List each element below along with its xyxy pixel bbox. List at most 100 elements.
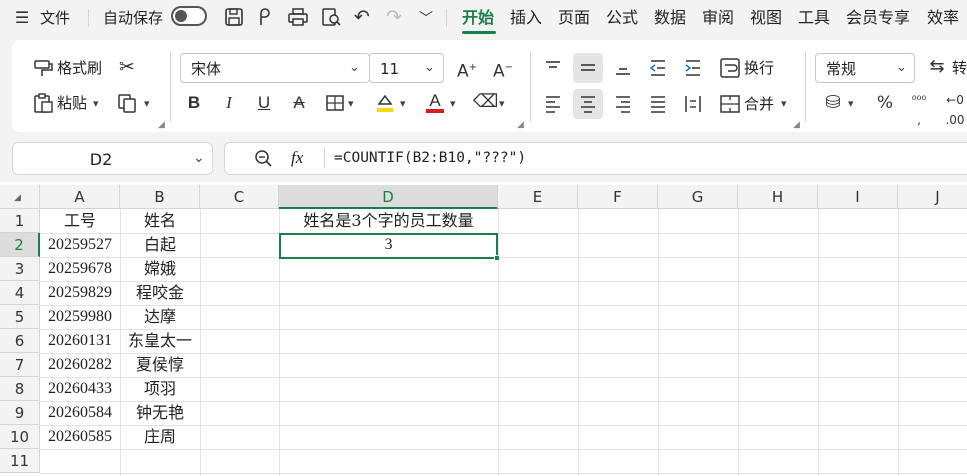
decrease-indent-icon[interactable] xyxy=(648,58,668,78)
thousands-separator-icon[interactable]: ⁰⁰⁰, xyxy=(906,90,932,130)
column-header-g[interactable]: G xyxy=(658,185,738,209)
cell-a5[interactable]: 20259980 xyxy=(40,305,120,329)
redo-icon[interactable]: ↷ xyxy=(384,7,404,27)
tab-insert[interactable]: 插入 xyxy=(510,7,542,29)
tab-tools[interactable]: 工具 xyxy=(798,7,830,29)
increase-decimal-icon[interactable]: ←0.00 xyxy=(942,90,967,130)
print-icon[interactable] xyxy=(287,7,309,27)
cell-a2[interactable]: 20259527 xyxy=(40,233,120,257)
number-format-dropdown[interactable]: 常规 ⌄ xyxy=(815,53,915,83)
row-header-4[interactable]: 4 xyxy=(0,281,40,305)
tab-data[interactable]: 数据 xyxy=(654,7,686,29)
percent-icon[interactable]: % xyxy=(874,93,896,113)
align-left-icon[interactable] xyxy=(543,94,563,114)
align-middle-icon[interactable] xyxy=(578,58,598,78)
cut-icon[interactable]: ✂ xyxy=(116,57,138,77)
merge-button[interactable]: 合并 xyxy=(744,94,774,114)
column-header-f[interactable]: F xyxy=(578,185,658,209)
cell-a7[interactable]: 20260282 xyxy=(40,353,120,377)
font-group-launcher-icon[interactable]: ◢ xyxy=(517,120,524,130)
align-top-icon[interactable] xyxy=(543,58,563,78)
select-all-corner[interactable]: ◢ xyxy=(0,185,40,209)
cell-d1[interactable]: 姓名是3个字的员工数量 xyxy=(279,209,498,233)
cell-a8[interactable]: 20260433 xyxy=(40,377,120,401)
cell-b10[interactable]: 庄周 xyxy=(120,425,200,449)
fill-color-dropdown-icon[interactable]: ▾ xyxy=(400,97,406,110)
decrease-font-size-icon[interactable]: A− xyxy=(492,58,514,82)
cell-b7[interactable]: 夏侯惇 xyxy=(120,353,200,377)
column-header-j[interactable]: J xyxy=(898,185,967,209)
bold-icon[interactable]: B xyxy=(184,93,204,113)
cell-a6[interactable]: 20260131 xyxy=(40,329,120,353)
wrap-text-icon[interactable] xyxy=(719,57,741,79)
merge-dropdown-icon[interactable]: ▾ xyxy=(781,97,787,110)
row-header-6[interactable]: 6 xyxy=(0,329,40,353)
increase-indent-icon[interactable] xyxy=(683,58,703,78)
distributed-align-icon[interactable] xyxy=(683,94,703,114)
name-box[interactable]: D2 ⌄ xyxy=(12,142,213,175)
column-header-c[interactable]: C xyxy=(200,185,279,209)
tab-review[interactable]: 审阅 xyxy=(702,7,734,29)
cell-b5[interactable]: 达摩 xyxy=(120,305,200,329)
column-header-a[interactable]: A xyxy=(40,185,120,209)
row-header-1[interactable]: 1 xyxy=(0,209,40,233)
fill-color-icon[interactable] xyxy=(374,92,396,114)
convert-button[interactable]: 转 xyxy=(952,58,967,78)
undo-icon[interactable]: ↶ xyxy=(352,7,372,27)
chevron-down-icon[interactable]: ⌄ xyxy=(193,150,205,166)
hamburger-menu-icon[interactable]: ☰ xyxy=(14,8,30,28)
cell-b4[interactable]: 程咬金 xyxy=(120,281,200,305)
tab-home[interactable]: 开始 xyxy=(462,7,494,29)
tab-formulas[interactable]: 公式 xyxy=(606,7,638,29)
cell-a4[interactable]: 20259829 xyxy=(40,281,120,305)
quick-access-more-icon[interactable]: ﹀ xyxy=(417,9,435,29)
row-header-8[interactable]: 8 xyxy=(0,377,40,401)
cell-b3[interactable]: 嫦娥 xyxy=(120,257,200,281)
formula-text[interactable]: =COUNTIF(B2:B10,"???") xyxy=(334,149,526,167)
font-color-dropdown-icon[interactable]: ▾ xyxy=(450,97,456,110)
cell-a9[interactable]: 20260584 xyxy=(40,401,120,425)
column-header-e[interactable]: E xyxy=(498,185,578,209)
file-menu[interactable]: 文件 xyxy=(40,8,70,28)
copy-icon[interactable] xyxy=(116,92,140,114)
increase-font-size-icon[interactable]: A+ xyxy=(456,58,478,82)
cell-b9[interactable]: 钟无艳 xyxy=(120,401,200,425)
cell-b1[interactable]: 姓名 xyxy=(120,209,200,233)
tab-view[interactable]: 视图 xyxy=(750,7,782,29)
row-header-7[interactable]: 7 xyxy=(0,353,40,377)
print-preview-icon[interactable] xyxy=(320,7,342,27)
cell-b8[interactable]: 项羽 xyxy=(120,377,200,401)
row-header-5[interactable]: 5 xyxy=(0,305,40,329)
underline-icon[interactable]: U xyxy=(254,93,274,113)
font-color-icon[interactable]: A xyxy=(424,91,446,113)
tab-page[interactable]: 页面 xyxy=(558,7,590,29)
currency-icon[interactable]: ⛁ xyxy=(822,93,844,113)
cell-b2[interactable]: 白起 xyxy=(120,233,200,257)
cell-a3[interactable]: 20259678 xyxy=(40,257,120,281)
column-header-h[interactable]: H xyxy=(738,185,818,209)
tab-member[interactable]: 会员专享 xyxy=(846,7,910,29)
cell-a1[interactable]: 工号 xyxy=(40,209,120,233)
justify-icon[interactable] xyxy=(648,94,668,114)
row-header-3[interactable]: 3 xyxy=(0,257,40,281)
font-name-dropdown[interactable]: 宋体 ⌄ xyxy=(180,53,370,83)
copy-dropdown-icon[interactable]: ▾ xyxy=(144,97,150,110)
paste-icon[interactable] xyxy=(32,92,54,114)
zoom-search-icon[interactable] xyxy=(253,148,273,168)
sheet-grid[interactable]: ◢ A B C D E F G H I J 1 2 3 4 5 6 7 8 9 … xyxy=(0,185,967,476)
row-header-9[interactable]: 9 xyxy=(0,401,40,425)
column-header-i[interactable]: I xyxy=(818,185,898,209)
share-icon[interactable] xyxy=(255,7,275,27)
italic-icon[interactable]: I xyxy=(219,93,239,113)
paste-button[interactable]: 粘贴 xyxy=(57,93,87,113)
borders-icon[interactable] xyxy=(325,94,345,112)
save-icon[interactable] xyxy=(224,7,244,27)
clipboard-group-launcher-icon[interactable]: ◢ xyxy=(158,120,165,130)
column-header-d[interactable]: D xyxy=(279,185,498,209)
row-header-2[interactable]: 2 xyxy=(0,233,40,257)
convert-icon[interactable]: ⇆ xyxy=(926,57,948,77)
format-painter-icon[interactable] xyxy=(32,58,54,78)
paste-dropdown-icon[interactable]: ▾ xyxy=(93,97,99,110)
merge-cells-icon[interactable] xyxy=(719,93,741,115)
fill-handle[interactable] xyxy=(494,255,500,261)
